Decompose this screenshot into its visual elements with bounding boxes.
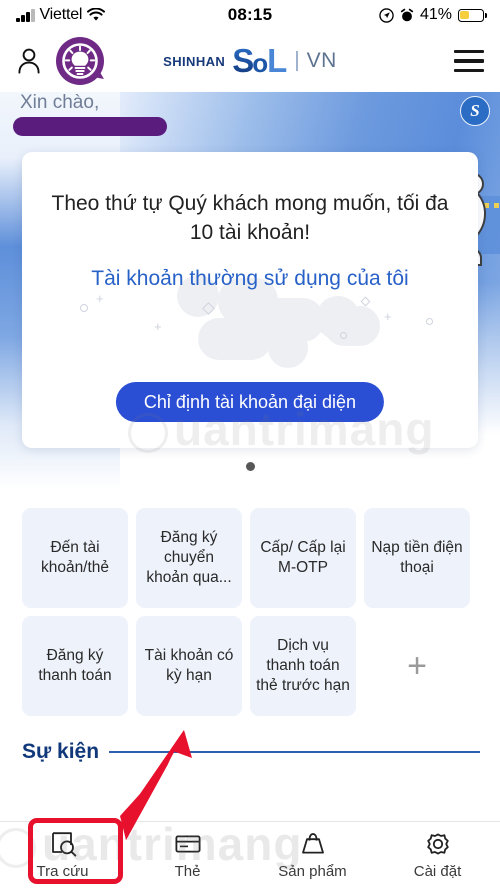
events-section-header: Sự kiện xyxy=(22,740,480,764)
events-divider xyxy=(109,751,480,753)
sparkle-plus-icon: + xyxy=(154,319,162,334)
nav-label: Cài đặt xyxy=(413,863,462,880)
promo-card: + + + Theo thứ tự Quý khách mong muốn, t… xyxy=(22,152,478,448)
nav-label: Tra cứu xyxy=(36,863,89,880)
events-title: Sự kiện xyxy=(22,740,100,763)
person-icon[interactable] xyxy=(16,47,42,75)
sparkle-circle-icon xyxy=(80,304,88,312)
sparkle-diamond-icon xyxy=(202,302,215,315)
nav-item-cai-dat[interactable]: Cài đặt xyxy=(375,822,500,889)
nav-label: Thẻ xyxy=(174,863,201,880)
assign-representative-account-button[interactable]: Chỉ định tài khoản đại diện xyxy=(115,382,385,422)
shopping-bag-icon xyxy=(301,833,324,854)
nav-label: Sản phẩm xyxy=(278,863,347,880)
nav-item-the[interactable]: Thẻ xyxy=(125,822,250,889)
sparkle-diamond-icon xyxy=(360,296,371,307)
nav-item-tra-cuu[interactable]: Tra cứu xyxy=(0,822,125,889)
battery-icon xyxy=(458,8,487,22)
brand-letter-o: o xyxy=(252,48,269,79)
status-bar: Viettel 08:15 41% xyxy=(0,0,500,30)
gear-icon xyxy=(426,833,449,855)
promo-link[interactable]: Tài khoản thường sử dụng của tôi xyxy=(22,267,478,291)
battery-percent-label: 41% xyxy=(419,6,452,23)
brand-shinhan-label: SHINHAN xyxy=(163,53,226,69)
sparkle-plus-icon: + xyxy=(384,309,392,324)
shortcut-tile[interactable]: Nạp tiền điện thoại xyxy=(364,508,470,608)
carousel-pagination[interactable] xyxy=(0,458,500,476)
alarm-clock-icon xyxy=(400,8,414,21)
shortcut-tile[interactable]: Cấp/ Cấp lại M-OTP xyxy=(250,508,356,608)
shortcut-tile[interactable]: Dịch vụ thanh toán thẻ trước hạn xyxy=(250,616,356,716)
status-bar-right: 41% xyxy=(379,6,487,24)
app-header: SHINHAN S o L VN xyxy=(0,30,500,92)
brand-divider xyxy=(296,51,298,71)
location-arrow-icon xyxy=(379,7,394,23)
brand-letter-s: S xyxy=(232,42,254,80)
sparkle-plus-icon: + xyxy=(96,291,104,306)
greeting-label: Xin chào, xyxy=(20,92,100,113)
lightbulb-badge-icon[interactable] xyxy=(54,35,106,87)
hamburger-menu-icon[interactable] xyxy=(454,49,484,73)
promo-message: Theo thứ tự Quý khách mong muốn, tối đa … xyxy=(51,192,449,244)
magnifier-document-icon xyxy=(51,832,76,857)
brand-country-label: VN xyxy=(306,49,337,72)
bottom-navigation: Tra cứu Thẻ Sản phẩm Cài đặt xyxy=(0,821,500,889)
credit-card-icon xyxy=(175,835,201,853)
username-redaction-bar xyxy=(14,118,166,135)
brand-letter-l: L xyxy=(267,42,288,80)
shinhan-s-badge: S xyxy=(460,96,490,126)
app-screen: S Viettel 08:15 41% SHINHAN S o L VN Xin… xyxy=(0,0,500,889)
shortcut-grid: Đến tài khoản/thẻ Đăng ký chuyển khoản q… xyxy=(22,508,480,716)
sparkle-circle-icon xyxy=(426,318,433,325)
add-shortcut-button[interactable]: + xyxy=(364,616,470,716)
pagination-dot-active[interactable] xyxy=(245,462,255,471)
shortcut-tile[interactable]: Đăng ký thanh toán xyxy=(22,616,128,716)
brand-sol-logo: S o L xyxy=(232,42,288,80)
shortcut-tile[interactable]: Tài khoản có kỳ hạn xyxy=(136,616,242,716)
shortcut-tile[interactable]: Đăng ký chuyển khoản qua... xyxy=(136,508,242,608)
sparkle-circle-icon xyxy=(340,332,347,339)
nav-item-san-pham[interactable]: Sản phẩm xyxy=(250,822,375,889)
shortcut-tile[interactable]: Đến tài khoản/thẻ xyxy=(22,508,128,608)
